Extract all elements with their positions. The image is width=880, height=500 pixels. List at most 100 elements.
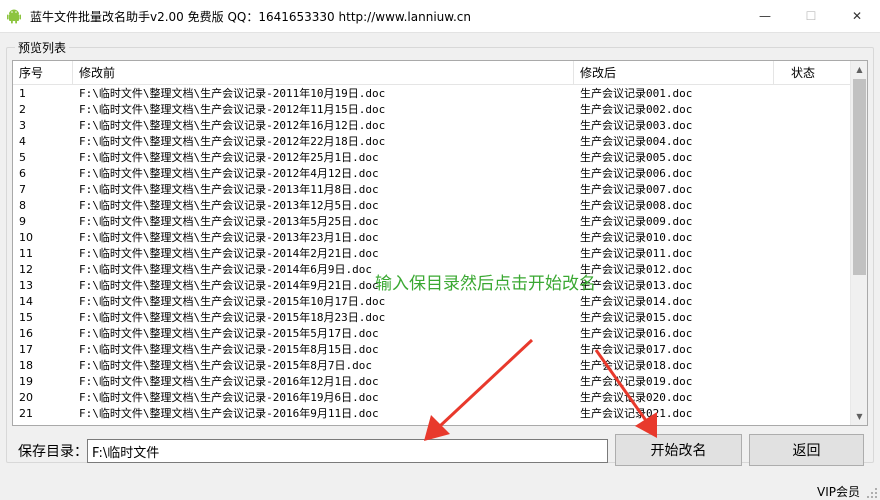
row-new-name: 生产会议记录010.doc [580, 231, 693, 244]
row-index: 8 [19, 199, 26, 212]
row-original-name: F:\临时文件\整理文档\生产会议记录-2014年2月21日.doc [79, 247, 379, 260]
row-new-name: 生产会议记录011.doc [580, 247, 693, 260]
row-new-name: 生产会议记录005.doc [580, 151, 693, 164]
preview-group-label: 预览列表 [15, 39, 70, 56]
row-original-name: F:\临时文件\整理文档\生产会议记录-2015年10月17日.doc [79, 295, 386, 308]
row-index: 7 [19, 183, 26, 196]
save-directory-label: 保存目录： [18, 444, 88, 460]
row-original-name: F:\临时文件\整理文档\生产会议记录-2015年18月23日.doc [79, 311, 386, 324]
table-row[interactable]: 18 F:\临时文件\整理文档\生产会议记录-2015年8月7日.doc 生产会议记… [13, 358, 851, 374]
row-new-name: 生产会议记录020.doc [580, 391, 693, 404]
row-new-name: 生产会议记录013.doc [580, 279, 693, 292]
vip-member-label[interactable]: VIP会员 [817, 483, 860, 500]
row-new-name: 生产会议记录008.doc [580, 199, 693, 212]
vertical-scrollbar[interactable]: ▲ ▼ [850, 61, 867, 425]
row-original-name: F:\临时文件\整理文档\生产会议记录-2013年12月5日.doc [79, 199, 379, 212]
row-index: 20 [19, 391, 33, 404]
save-directory-input[interactable] [87, 439, 608, 463]
status-bar: VIP会员 [0, 479, 880, 500]
table-row[interactable]: 16 F:\临时文件\整理文档\生产会议记录-2015年5月17日.doc 生产会议… [13, 326, 851, 342]
row-original-name: F:\临时文件\整理文档\生产会议记录-2015年5月17日.doc [79, 327, 379, 340]
table-row[interactable]: 1 F:\临时文件\整理文档\生产会议记录-2011年10月19日.doc 生产会议… [13, 86, 851, 102]
row-original-name: F:\临时文件\整理文档\生产会议记录-2014年6月9日.doc [79, 263, 372, 276]
row-new-name: 生产会议记录019.doc [580, 375, 693, 388]
row-index: 4 [19, 135, 26, 148]
row-new-name: 生产会议记录018.doc [580, 359, 693, 372]
resize-grip-icon[interactable] [866, 487, 878, 499]
android-app-icon [7, 9, 21, 24]
row-original-name: F:\临时文件\整理文档\生产会议记录-2015年8月15日.doc [79, 343, 379, 356]
list-header: 序号 修改前 修改后 状态 [13, 61, 851, 85]
table-row[interactable]: 5 F:\临时文件\整理文档\生产会议记录-2012年25月1日.doc 生产会议记… [13, 150, 851, 166]
row-index: 11 [19, 247, 33, 260]
table-row[interactable]: 4 F:\临时文件\整理文档\生产会议记录-2012年22月18日.doc 生产会议… [13, 134, 851, 150]
table-row[interactable]: 17 F:\临时文件\整理文档\生产会议记录-2015年8月15日.doc 生产会议… [13, 342, 851, 358]
row-index: 19 [19, 375, 33, 388]
table-row[interactable]: 7 F:\临时文件\整理文档\生产会议记录-2013年11月8日.doc 生产会议记… [13, 182, 851, 198]
row-new-name: 生产会议记录012.doc [580, 263, 693, 276]
row-new-name: 生产会议记录021.doc [580, 407, 693, 420]
row-new-name: 生产会议记录016.doc [580, 327, 693, 340]
window-title: 蓝牛文件批量改名助手v2.00 免费版 QQ：1641653330 http:/… [30, 9, 471, 24]
row-new-name: 生产会议记录009.doc [580, 215, 693, 228]
table-row[interactable]: 19 F:\临时文件\整理文档\生产会议记录-2016年12月1日.doc 生产会议… [13, 374, 851, 390]
row-index: 17 [19, 343, 33, 356]
table-row[interactable]: 20 F:\临时文件\整理文档\生产会议记录-2016年19月6日.doc 生产会议… [13, 390, 851, 406]
row-index: 13 [19, 279, 33, 292]
column-header-after[interactable]: 修改后 [574, 61, 774, 85]
row-original-name: F:\临时文件\整理文档\生产会议记录-2012年16月12日.doc [79, 119, 386, 132]
table-row[interactable]: 3 F:\临时文件\整理文档\生产会议记录-2012年16月12日.doc 生产会议… [13, 118, 851, 134]
column-header-status[interactable]: 状态 [774, 61, 851, 85]
row-original-name: F:\临时文件\整理文档\生产会议记录-2013年5月25日.doc [79, 215, 379, 228]
row-original-name: F:\临时文件\整理文档\生产会议记录-2011年10月19日.doc [79, 87, 386, 100]
row-original-name: F:\临时文件\整理文档\生产会议记录-2015年8月7日.doc [79, 359, 372, 372]
row-original-name: F:\临时文件\整理文档\生产会议记录-2013年11月8日.doc [79, 183, 379, 196]
table-row[interactable]: 11 F:\临时文件\整理文档\生产会议记录-2014年2月21日.doc 生产会议… [13, 246, 851, 262]
title-bar: 蓝牛文件批量改名助手v2.00 免费版 QQ：1641653330 http:/… [0, 0, 880, 32]
scrollbar-thumb[interactable] [853, 79, 866, 275]
minimize-button[interactable]: — [742, 0, 788, 32]
row-original-name: F:\临时文件\整理文档\生产会议记录-2012年11月15日.doc [79, 103, 386, 116]
table-row[interactable]: 21 F:\临时文件\整理文档\生产会议记录-2016年9月11日.doc 生产会议… [13, 406, 851, 422]
row-new-name: 生产会议记录001.doc [580, 87, 693, 100]
row-original-name: F:\临时文件\整理文档\生产会议记录-2016年19月6日.doc [79, 391, 379, 404]
back-button[interactable]: 返回 [749, 434, 864, 466]
row-original-name: F:\临时文件\整理文档\生产会议记录-2016年9月11日.doc [79, 407, 379, 420]
row-index: 18 [19, 359, 33, 372]
minimize-icon: — [759, 9, 771, 23]
row-original-name: F:\临时文件\整理文档\生产会议记录-2013年23月1日.doc [79, 231, 379, 244]
row-index: 1 [19, 87, 26, 100]
table-row[interactable]: 14 F:\临时文件\整理文档\生产会议记录-2015年10月17日.doc 生产会… [13, 294, 851, 310]
row-index: 21 [19, 407, 33, 420]
row-new-name: 生产会议记录004.doc [580, 135, 693, 148]
table-row[interactable]: 12 F:\临时文件\整理文档\生产会议记录-2014年6月9日.doc 生产会议记… [13, 262, 851, 278]
row-index: 15 [19, 311, 33, 324]
row-index: 2 [19, 103, 26, 116]
row-new-name: 生产会议记录015.doc [580, 311, 693, 324]
row-index: 16 [19, 327, 33, 340]
maximize-icon: ☐ [805, 9, 817, 23]
row-new-name: 生产会议记录002.doc [580, 103, 693, 116]
table-row[interactable]: 8 F:\临时文件\整理文档\生产会议记录-2013年12月5日.doc 生产会议记… [13, 198, 851, 214]
column-header-index[interactable]: 序号 [13, 61, 73, 85]
maximize-button[interactable]: ☐ [788, 0, 834, 32]
table-row[interactable]: 9 F:\临时文件\整理文档\生产会议记录-2013年5月25日.doc 生产会议记… [13, 214, 851, 230]
row-index: 3 [19, 119, 26, 132]
table-row[interactable]: 10 F:\临时文件\整理文档\生产会议记录-2013年23月1日.doc 生产会议… [13, 230, 851, 246]
table-row[interactable]: 15 F:\临时文件\整理文档\生产会议记录-2015年18月23日.doc 生产会… [13, 310, 851, 326]
close-button[interactable]: ✕ [834, 0, 880, 32]
preview-list[interactable]: 序号 修改前 修改后 状态 1 F:\临时文件\整理文档\生产会议记录-2011年… [12, 60, 868, 426]
row-index: 9 [19, 215, 26, 228]
scroll-up-icon[interactable]: ▲ [851, 61, 867, 78]
start-rename-button[interactable]: 开始改名 [615, 434, 742, 466]
row-index: 6 [19, 167, 26, 180]
row-new-name: 生产会议记录006.doc [580, 167, 693, 180]
column-header-before[interactable]: 修改前 [73, 61, 574, 85]
row-index: 12 [19, 263, 33, 276]
table-row[interactable]: 13 F:\临时文件\整理文档\生产会议记录-2014年9月21日.doc 生产会议… [13, 278, 851, 294]
table-row[interactable]: 2 F:\临时文件\整理文档\生产会议记录-2012年11月15日.doc 生产会议… [13, 102, 851, 118]
scroll-down-icon[interactable]: ▼ [851, 408, 867, 425]
table-row[interactable]: 6 F:\临时文件\整理文档\生产会议记录-2012年4月12日.doc 生产会议记… [13, 166, 851, 182]
close-icon: ✕ [851, 9, 863, 23]
row-original-name: F:\临时文件\整理文档\生产会议记录-2012年25月1日.doc [79, 151, 379, 164]
